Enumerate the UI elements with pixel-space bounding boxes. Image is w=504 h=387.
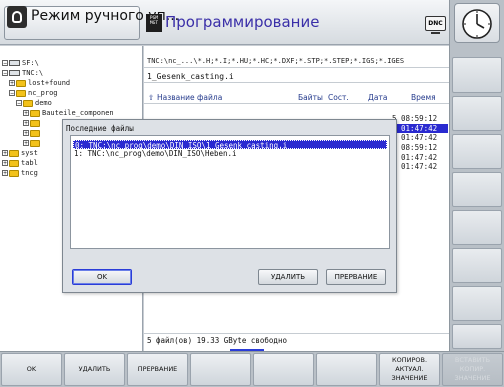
folder-icon: [9, 149, 19, 157]
expand-icon[interactable]: +: [23, 130, 29, 137]
dialog-title: Последние файлы: [66, 124, 134, 133]
collapse-icon[interactable]: −: [9, 90, 15, 97]
vertical-softkey-3[interactable]: [452, 134, 502, 169]
dialog-delete-button[interactable]: УДАЛИТЬ: [258, 269, 318, 285]
dnc-icon: DNC: [425, 16, 446, 34]
recent-file-item[interactable]: 0: TNC:\nc_prog\demo\DIN_ISO\1_Gesenk_ca…: [73, 140, 387, 150]
programming-mode-title: Программирование: [165, 13, 320, 31]
expand-icon[interactable]: +: [2, 170, 8, 177]
clock-icon: [462, 9, 492, 39]
clock-button[interactable]: [454, 3, 500, 43]
tree-item[interactable]: + tncg: [2, 168, 38, 179]
vertical-softkey-8[interactable]: [452, 324, 502, 349]
softkey-3[interactable]: ПРЕРВАНИЕ: [127, 353, 188, 386]
collapse-icon[interactable]: −: [2, 60, 8, 67]
collapse-icon[interactable]: −: [16, 100, 22, 107]
vertical-softkey-4[interactable]: [452, 172, 502, 207]
tree-item-label: tabl: [21, 159, 38, 167]
expand-icon[interactable]: +: [23, 120, 29, 127]
folder-icon: [23, 99, 33, 107]
folder-icon: [9, 169, 19, 177]
tree-item-label: SF:\: [22, 59, 39, 67]
softkey-8: ВСТАВИТЬ КОПИР. ЗНАЧЕНИЕ: [442, 353, 503, 386]
drive-icon: [9, 60, 20, 66]
folder-icon: [30, 109, 40, 117]
tree-item-label: syst: [21, 149, 38, 157]
file-time-cell: 5 08:59:12: [392, 114, 438, 123]
tree-item-label: tncg: [21, 169, 38, 177]
expand-icon[interactable]: +: [2, 150, 8, 157]
softkey-2[interactable]: УДАЛИТЬ: [64, 353, 125, 386]
pgm-mgt-icon: PGM MGT: [146, 14, 162, 32]
col-name[interactable]: Название файла: [157, 92, 222, 104]
softkey-4[interactable]: [190, 353, 251, 386]
file-time-cell: 5 01:47:42: [392, 152, 438, 162]
drive-icon: [9, 70, 20, 76]
path-filter: TNC:\nc_...\*.H;*.I;*.HU;*.HC;*.DXF;*.ST…: [144, 56, 449, 68]
column-headers: ⇧ Название файла Байты Сост. Дата Время: [144, 92, 449, 104]
vertical-softkey-1[interactable]: [452, 57, 502, 93]
folder-icon: [9, 159, 19, 167]
recent-file-item[interactable]: 1: TNC:\nc_prog\demo\DIN_ISO\Heben.i: [73, 149, 388, 158]
free-space-status: 5 файл(ов) 19.33 GByte свободно: [144, 333, 449, 347]
expand-icon[interactable]: +: [9, 80, 15, 87]
dialog-ok-button[interactable]: OK: [72, 269, 132, 285]
expand-icon[interactable]: +: [23, 110, 29, 117]
col-time[interactable]: Время: [411, 92, 436, 104]
folder-icon: [30, 129, 40, 137]
tree-item-label: demo: [35, 99, 52, 107]
sort-arrow-icon[interactable]: ⇧: [148, 92, 154, 104]
folder-icon: [16, 79, 26, 87]
col-date[interactable]: Дата: [368, 92, 387, 104]
tree-item-label: Bauteile_componen: [42, 109, 114, 117]
current-file[interactable]: 1_Gesenk_casting.i: [144, 70, 449, 83]
expand-icon[interactable]: +: [2, 160, 8, 167]
expand-icon[interactable]: +: [23, 140, 29, 147]
tree-item-label: nc_prog: [28, 89, 58, 97]
tree-item-label: TNC:\: [22, 69, 44, 77]
folder-icon: [30, 119, 40, 127]
hand-mode-icon: [7, 6, 27, 28]
collapse-icon[interactable]: −: [2, 70, 8, 77]
file-time-cell: 5 01:47:42: [392, 123, 448, 134]
folder-icon: [30, 139, 40, 147]
recent-files-list[interactable]: 0: TNC:\nc_prog\demo\DIN_ISO\1_Gesenk_ca…: [70, 135, 390, 249]
file-time-cell: 5 01:47:42: [392, 162, 438, 172]
vertical-softkey-7[interactable]: [452, 286, 502, 321]
vertical-softkey-6[interactable]: [452, 248, 502, 283]
file-time-cell: 5 08:59:12: [392, 143, 438, 153]
softkey-6[interactable]: [316, 353, 377, 386]
softkey-7[interactable]: КОПИРОВ. АКТУАЛ. ЗНАЧЕНИЕ: [379, 353, 440, 386]
col-bytes[interactable]: Байты: [298, 92, 323, 104]
softkey-1[interactable]: OK: [1, 353, 62, 386]
softkey-5[interactable]: [253, 353, 314, 386]
tree-item-label: lost+found: [28, 79, 71, 87]
col-state[interactable]: Сост.: [328, 92, 349, 104]
folder-icon: [16, 89, 26, 97]
time-column: 5 08:59:12 5 01:47:42 5 01:47:42 5 08:59:12…: [392, 114, 448, 172]
vertical-softkey-5[interactable]: [452, 210, 502, 245]
vertical-softkey-2[interactable]: [452, 96, 502, 131]
file-time-cell: 5 01:47:42: [392, 133, 438, 143]
dialog-abort-button[interactable]: ПРЕРВАНИЕ: [326, 269, 386, 285]
